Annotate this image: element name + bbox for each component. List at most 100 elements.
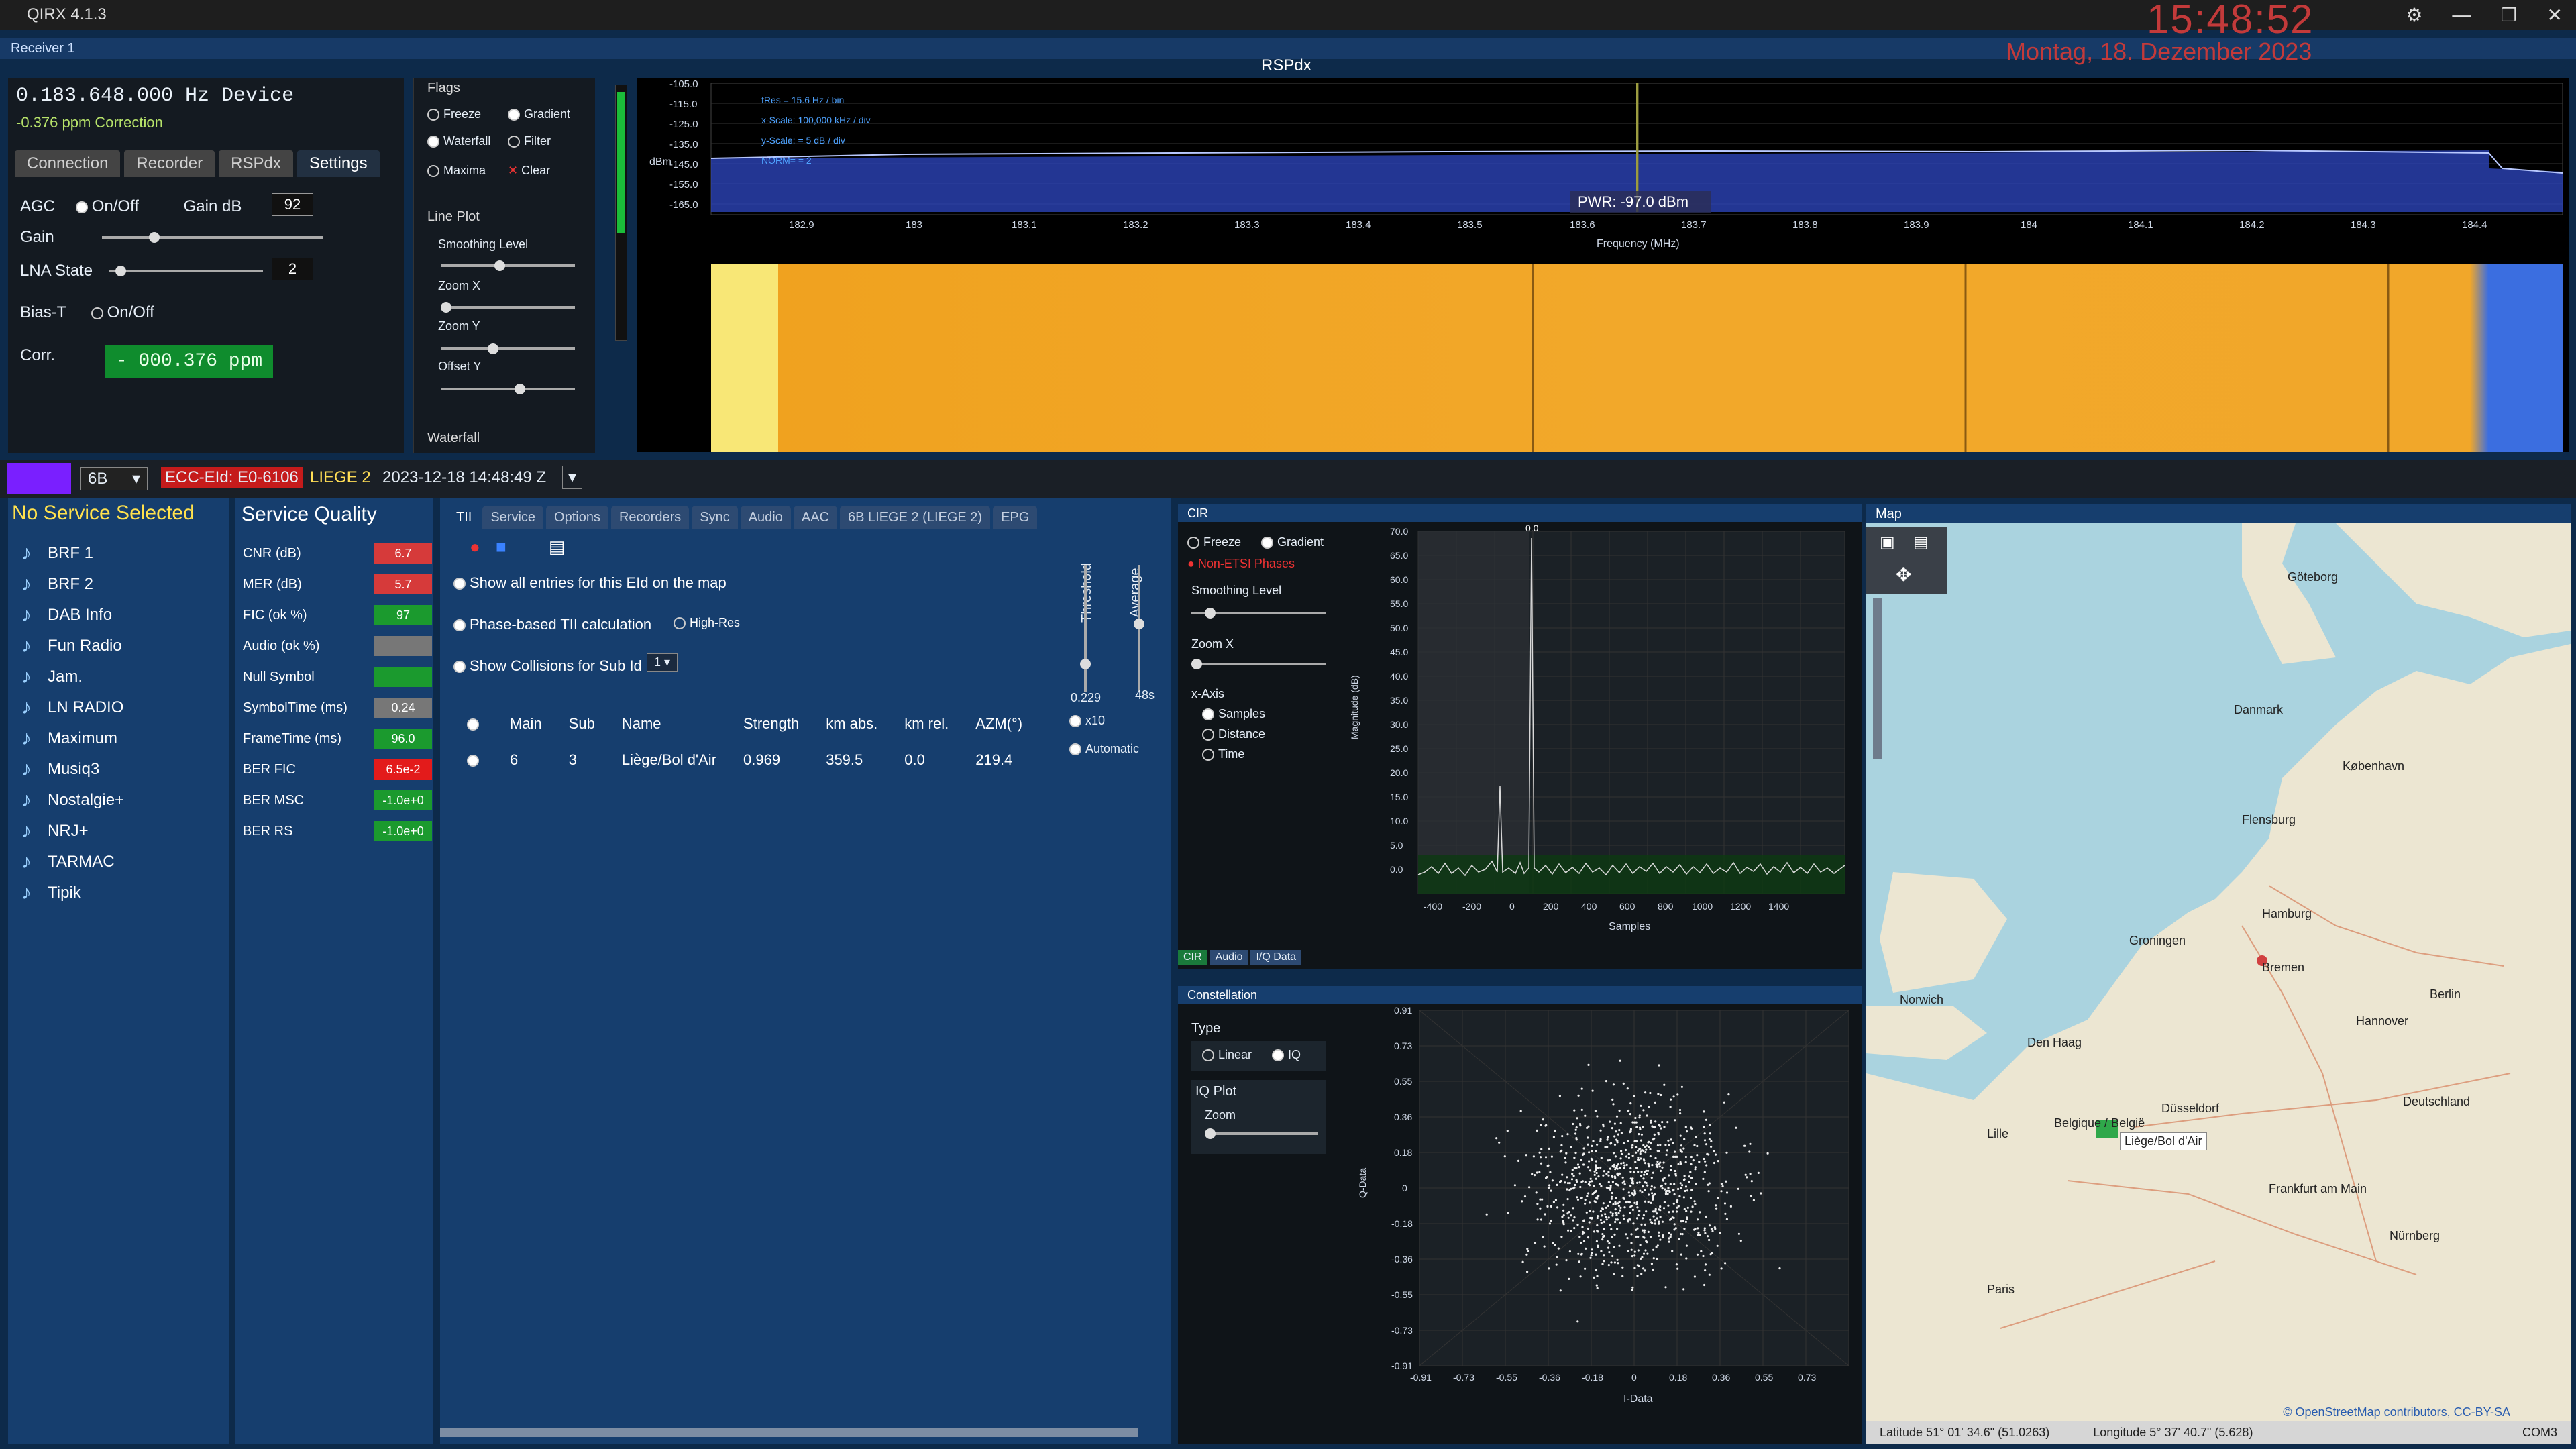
sub-id-select[interactable]: 1 ▾ [647, 653, 678, 672]
service-item[interactable]: ♪ LN RADIO [21, 696, 123, 719]
map-panel[interactable]: Map Göteborg Danmark København Flensburg… [1866, 504, 2571, 1444]
channel-select[interactable]: 6B ▾ [80, 467, 148, 490]
iq-point [1729, 1205, 1732, 1208]
option-collisions[interactable]: Show Collisions for Sub Id [453, 657, 642, 675]
pan-icon[interactable]: ✥ [1896, 564, 1911, 586]
flag-maxima[interactable]: Maxima [427, 164, 486, 178]
cir-non-etsi[interactable]: ● Non-ETSI Phases [1187, 557, 1295, 571]
minimize-icon[interactable]: — [2452, 4, 2471, 26]
agc-toggle[interactable]: On/Off [75, 197, 139, 215]
flag-waterfall[interactable]: Waterfall [427, 134, 490, 148]
restore-icon[interactable]: ❐ [2500, 4, 2517, 26]
cir-gradient[interactable]: Gradient [1261, 535, 1324, 549]
table-row[interactable]: 6 3 Liège/Bol d'Air 0.969 359.5 0.0 219.… [453, 742, 1036, 778]
tab-audio[interactable]: Audio [740, 506, 791, 529]
tab-connection[interactable]: Connection [15, 150, 121, 177]
service-item[interactable]: ♪ TARMAC [21, 851, 115, 873]
iq-zoom-slider[interactable] [1205, 1128, 1318, 1139]
service-item[interactable]: ♪ BRF 1 [21, 542, 93, 565]
iq-point [1642, 1217, 1644, 1220]
xaxis-distance[interactable]: Distance [1202, 727, 1265, 741]
statusbar-dropdown[interactable]: ▾ [562, 466, 583, 489]
lna-field[interactable]: 2 [272, 258, 313, 280]
iq-point [1635, 1151, 1638, 1154]
service-item[interactable]: ♪ Fun Radio [21, 635, 122, 657]
service-item[interactable]: ♪ NRJ+ [21, 820, 89, 843]
cir-smoothing-slider[interactable] [1191, 608, 1326, 619]
document-icon[interactable]: ▤ [549, 537, 566, 557]
layers-icon[interactable]: ▤ [1913, 533, 1929, 552]
x-tick: -200 [1462, 901, 1481, 912]
map-attribution[interactable]: © OpenStreetMap contributors, CC-BY-SA [2283, 1405, 2510, 1419]
iq-point [1684, 1161, 1687, 1164]
offsety-slider[interactable] [441, 384, 575, 394]
gain-db-field[interactable]: 92 [272, 193, 313, 216]
average-slider[interactable] [1134, 565, 1144, 692]
stop-icon[interactable]: ■ [496, 537, 506, 557]
cir-zoomx-slider[interactable] [1191, 659, 1326, 669]
settings-tabs: Connection Recorder RSPdx Settings [15, 150, 380, 177]
tab-rspdx[interactable]: RSPdx [219, 150, 293, 177]
service-item[interactable]: ♪ Musiq3 [21, 758, 99, 781]
close-icon[interactable]: ✕ [2547, 4, 2563, 26]
iq-point [1662, 1236, 1664, 1239]
tab-sync[interactable]: Sync [692, 506, 738, 529]
option-show-entries[interactable]: Show all entries for this EId on the map [453, 574, 727, 592]
tab-recorders[interactable]: Recorders [610, 506, 690, 529]
zoom-slider[interactable] [1873, 598, 1882, 759]
quality-label: SymbolTime (ms) [243, 700, 347, 715]
cir-freeze[interactable]: Freeze [1187, 535, 1241, 549]
camera-icon[interactable]: ▣ [1880, 533, 1895, 552]
zoomx-slider[interactable] [441, 302, 575, 313]
service-item[interactable]: ♪ BRF 2 [21, 573, 93, 596]
waterfall-display[interactable] [637, 264, 2569, 452]
automatic-checkbox[interactable]: Automatic [1069, 742, 1139, 756]
service-item[interactable]: ♪ Tipik [21, 881, 81, 904]
iq-point [1600, 1157, 1603, 1159]
service-item[interactable]: ♪ Nostalgie+ [21, 789, 124, 812]
flag-gradient[interactable]: Gradient [508, 107, 570, 121]
lna-slider[interactable] [109, 266, 263, 276]
tab-tii[interactable]: TII [448, 506, 480, 529]
flag-filter[interactable]: Filter [508, 134, 551, 148]
gain-slider[interactable] [102, 232, 323, 243]
smoothing-slider[interactable] [441, 260, 575, 271]
tab-options[interactable]: Options [546, 506, 608, 529]
tab-recorder[interactable]: Recorder [124, 150, 215, 177]
flag-freeze[interactable]: Freeze [427, 107, 481, 121]
horizontal-scrollbar[interactable] [440, 1428, 1138, 1437]
iq-point [1667, 1187, 1670, 1189]
xaxis-time[interactable]: Time [1202, 747, 1244, 761]
tab-iq-data[interactable]: I/Q Data [1250, 950, 1302, 965]
threshold-slider[interactable] [1080, 565, 1091, 692]
tab-audio-view[interactable]: Audio [1210, 950, 1248, 965]
tab-service[interactable]: Service [482, 506, 544, 529]
tab-cir[interactable]: CIR [1178, 950, 1208, 965]
option-highres[interactable]: High-Res [674, 616, 740, 630]
biast-toggle[interactable]: On/Off [91, 303, 154, 321]
zoomy-slider[interactable] [441, 343, 575, 354]
iq-point [1707, 1183, 1709, 1186]
spectrum-plot[interactable]: dBm -105.0 -115.0 -125.0 -135.0 -145.0 -… [637, 78, 2569, 264]
type-linear[interactable]: Linear [1202, 1048, 1252, 1062]
row-check[interactable] [453, 742, 496, 778]
record-icon[interactable]: ● [470, 537, 480, 557]
option-phase-tii[interactable]: Phase-based TII calculation [453, 616, 651, 633]
settings-icon[interactable]: ⚙ [2406, 4, 2422, 26]
header-check[interactable] [453, 706, 496, 742]
service-item[interactable]: ♪ Maximum [21, 727, 117, 750]
iq-point [1628, 1217, 1631, 1220]
tab-aac[interactable]: AAC [793, 506, 837, 529]
iq-point [1696, 1144, 1699, 1148]
service-item[interactable]: ♪ Jam. [21, 665, 83, 688]
x10-checkbox[interactable]: x10 [1069, 714, 1105, 728]
type-iq[interactable]: IQ [1272, 1048, 1301, 1062]
tab-epg[interactable]: EPG [993, 506, 1038, 529]
iq-point [1723, 1101, 1725, 1104]
xaxis-samples[interactable]: Samples [1202, 707, 1265, 721]
tab-settings[interactable]: Settings [297, 150, 380, 177]
tab-ensemble[interactable]: 6B LIEGE 2 (LIEGE 2) [840, 506, 991, 529]
iq-point [1588, 1151, 1591, 1154]
service-item[interactable]: ♪ DAB Info [21, 604, 112, 627]
flag-clear[interactable]: ✕ Clear [508, 164, 550, 178]
